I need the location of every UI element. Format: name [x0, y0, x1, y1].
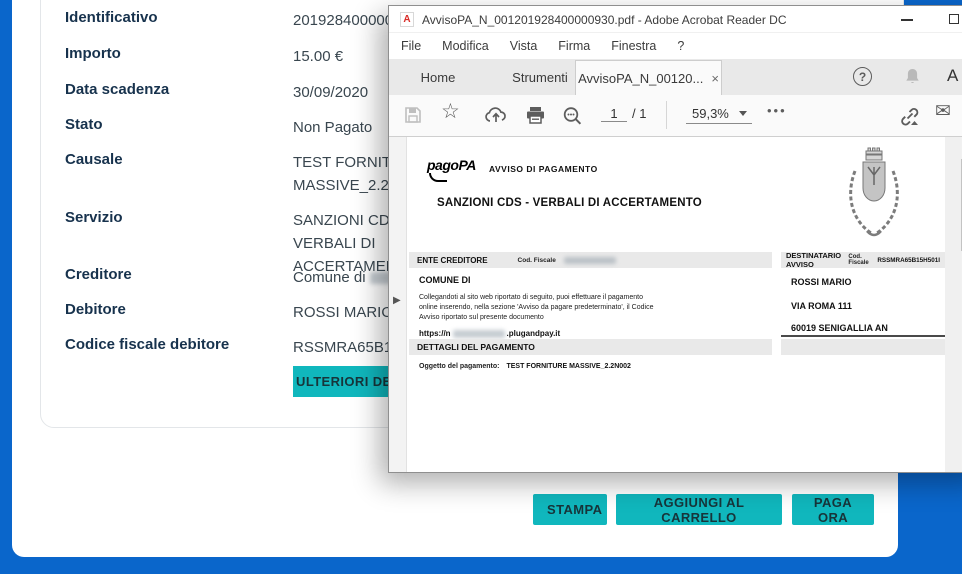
tab-home[interactable]: Home: [393, 59, 483, 95]
ente-name: COMUNE DI: [419, 275, 471, 285]
oggetto-value: TEST FORNITURE MASSIVE_2.2N002: [506, 363, 630, 370]
window-title: AvvisoPA_N_001201928400000930.pdf - Adob…: [422, 13, 787, 27]
star-icon[interactable]: ☆: [441, 99, 460, 124]
document-viewport: ▶ pagoPA AVVISO DI PAGAMENTO SANZIONI CD…: [389, 137, 962, 472]
cloud-upload-icon[interactable]: [484, 105, 508, 125]
minimize-button[interactable]: [901, 19, 913, 21]
more-tools-icon[interactable]: •••: [767, 103, 787, 118]
print-button[interactable]: STAMPA: [533, 494, 607, 525]
menu-edit[interactable]: Modifica: [442, 39, 489, 53]
tab-document[interactable]: AvvisoPA_N_00120... ×: [575, 60, 722, 95]
pdf-kicker: AVVISO DI PAGAMENTO: [489, 164, 598, 174]
field-label: Identificativo: [65, 9, 275, 26]
search-zoom-icon[interactable]: [561, 105, 585, 129]
redacted-fiscal-code: [564, 257, 616, 264]
help-icon[interactable]: ?: [853, 67, 872, 86]
pdf-doc-title: SANZIONI CDS - VERBALI DI ACCERTAMENTO: [437, 197, 702, 209]
pdf-page[interactable]: pagoPA AVVISO DI PAGAMENTO SANZIONI CDS …: [407, 137, 945, 472]
zoom-level-dropdown[interactable]: 59,3%: [686, 106, 752, 124]
field-label: Debitore: [65, 301, 275, 318]
zoom-level-value: 59,3%: [692, 106, 729, 121]
field-label: Importo: [65, 45, 275, 62]
destinatario-divider: [781, 335, 945, 337]
print-icon[interactable]: [525, 105, 546, 125]
acrobat-window: A AvvisoPA_N_001201928400000930.pdf - Ad…: [388, 5, 962, 473]
field-label: Creditore: [65, 266, 275, 283]
destinatario-city: 60019 SENIGALLIA AN: [791, 323, 888, 333]
pagopa-logo-swoosh: [429, 173, 447, 182]
add-to-cart-button[interactable]: AGGIUNGI AL CARRELLO: [616, 494, 782, 525]
user-menu[interactable]: A: [947, 66, 958, 86]
destinatario-fiscal-code: RSSMRA65B15H501I: [877, 257, 940, 264]
window-titlebar[interactable]: A AvvisoPA_N_001201928400000930.pdf - Ad…: [389, 6, 962, 33]
field-label: Stato: [65, 116, 275, 133]
maximize-button[interactable]: [949, 14, 959, 24]
acrobat-app-icon: A: [400, 12, 414, 27]
tab-close-icon[interactable]: ×: [711, 71, 719, 86]
field-label: Codice fiscale debitore: [65, 336, 275, 353]
destinatario-band: DESTINATARIO AVVISO Cod. Fiscale RSSMRA6…: [781, 252, 945, 268]
field-label: Servizio: [65, 209, 275, 226]
destinatario-address: VIA ROMA 111: [791, 301, 852, 311]
toolbar: ☆ 1 / 1 59,3% ••• ✉: [389, 95, 962, 137]
payment-instructions: Collegandoti al sito web riportato di se…: [419, 293, 659, 323]
nav-pane-strip[interactable]: ▶: [389, 137, 407, 472]
email-icon[interactable]: ✉: [935, 100, 951, 123]
redacted-url-part: [453, 330, 505, 338]
destinatario-name: ROSSI MARIO: [791, 277, 852, 287]
tab-document-label: AvvisoPA_N_00120...: [578, 71, 703, 86]
menu-file[interactable]: File: [401, 39, 421, 53]
dettagli-band: DETTAGLI DEL PAGAMENTO: [409, 339, 772, 355]
page-number-input[interactable]: 1: [601, 106, 627, 122]
menu-bar: File Modifica Vista Firma Finestra ?: [389, 33, 962, 59]
chevron-down-icon: [739, 111, 747, 116]
pay-now-button[interactable]: PAGA ORA: [792, 494, 874, 525]
municipal-coat-of-arms: [841, 147, 907, 243]
bell-icon[interactable]: [903, 67, 922, 86]
dettagli-band-right: [781, 339, 945, 355]
payment-url: https://n .plugandpay.it: [419, 329, 560, 338]
oggetto-row: Oggetto del pagamento: TEST FORNITURE MA…: [419, 363, 631, 370]
field-label: Data scadenza: [65, 81, 275, 98]
nav-pane-toggle-icon[interactable]: ▶: [393, 295, 401, 306]
field-label: Causale: [65, 151, 275, 168]
ente-creditore-band: ENTE CREDITORE Cod. Fiscale: [409, 252, 772, 268]
save-icon[interactable]: [403, 105, 423, 125]
toolbar-divider: [666, 101, 667, 129]
page-total: / 1: [632, 106, 646, 121]
tab-bar: Home Strumenti AvvisoPA_N_00120... × ? A: [389, 59, 962, 95]
share-link-icon[interactable]: [897, 105, 923, 129]
pagopa-logo: pagoPA: [427, 157, 479, 182]
menu-view[interactable]: Vista: [510, 39, 538, 53]
menu-window[interactable]: Finestra: [611, 39, 656, 53]
menu-help[interactable]: ?: [677, 39, 684, 53]
menu-sign[interactable]: Firma: [558, 39, 590, 53]
